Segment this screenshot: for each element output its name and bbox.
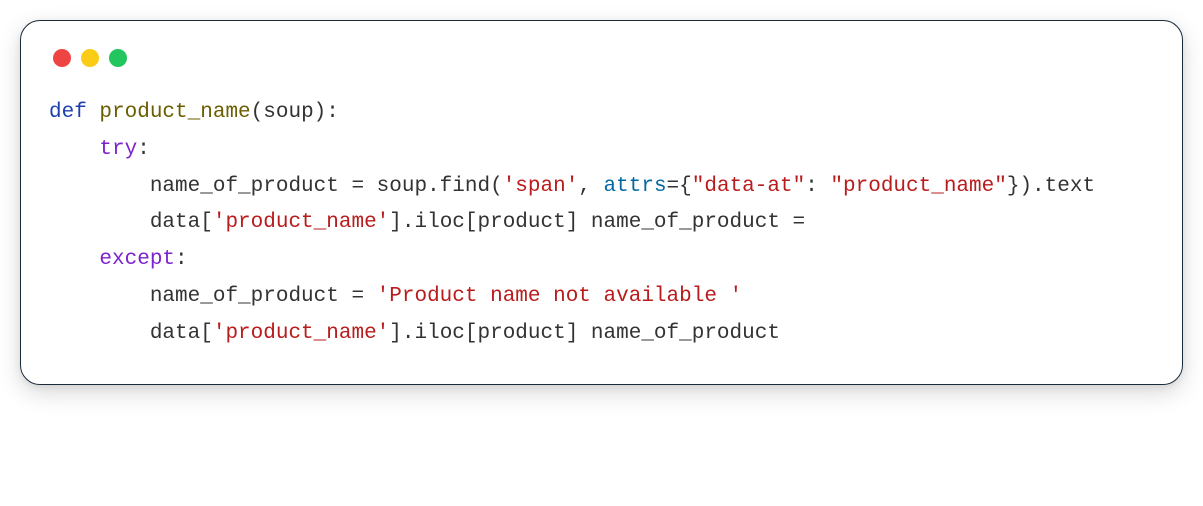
code-text: , bbox=[578, 175, 603, 198]
code-text: ={ bbox=[667, 175, 692, 198]
code-text: : bbox=[137, 138, 150, 161]
kwarg-attrs: attrs bbox=[604, 175, 667, 198]
code-text: data[ bbox=[49, 322, 213, 345]
code-text: ].iloc[product] name_of_product = bbox=[389, 211, 817, 234]
close-icon bbox=[53, 49, 71, 67]
keyword-def: def bbox=[49, 101, 87, 124]
code-card: def product_name(soup): try: name_of_pro… bbox=[20, 20, 1183, 385]
code-text bbox=[87, 101, 100, 124]
function-name: product_name bbox=[99, 101, 250, 124]
string-literal: 'product_name' bbox=[213, 322, 389, 345]
code-text bbox=[49, 138, 99, 161]
string-literal: 'span' bbox=[503, 175, 579, 198]
maximize-icon bbox=[109, 49, 127, 67]
keyword-try: try bbox=[99, 138, 137, 161]
code-text: ].iloc[product] name_of_product bbox=[389, 322, 780, 345]
string-literal: "data-at" bbox=[692, 175, 805, 198]
code-text: (soup): bbox=[251, 101, 339, 124]
string-literal: 'product_name' bbox=[213, 211, 389, 234]
string-literal: 'Product name not available ' bbox=[377, 285, 742, 308]
code-block: def product_name(soup): try: name_of_pro… bbox=[49, 95, 1154, 352]
minimize-icon bbox=[81, 49, 99, 67]
string-literal: "product_name" bbox=[830, 175, 1006, 198]
code-text: : bbox=[805, 175, 830, 198]
code-text: }).text bbox=[1007, 175, 1095, 198]
code-text: name_of_product = bbox=[49, 285, 377, 308]
code-text: name_of_product = soup.find( bbox=[49, 175, 503, 198]
window-traffic-lights bbox=[53, 49, 1154, 67]
code-text: data[ bbox=[49, 211, 213, 234]
keyword-except: except bbox=[99, 248, 175, 271]
code-text bbox=[49, 248, 99, 271]
code-text: : bbox=[175, 248, 188, 271]
